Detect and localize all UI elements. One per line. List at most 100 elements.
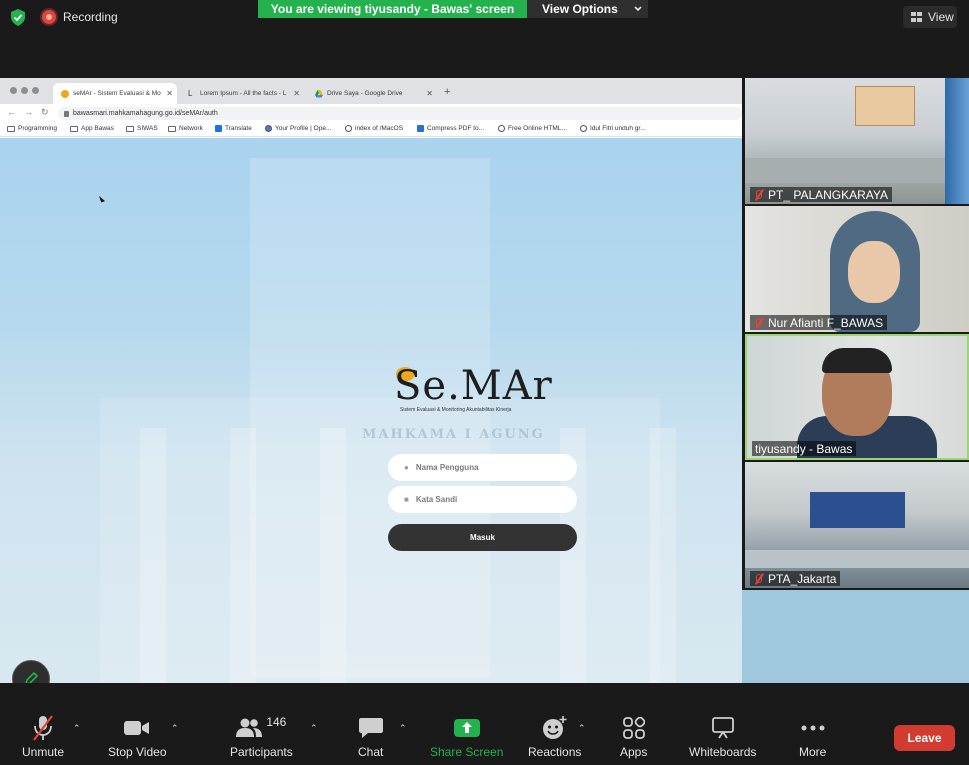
bookmark-profile[interactable]: Your Profile | Ope...: [265, 125, 331, 132]
participant-name-tag: PTA_Jakarta: [750, 571, 841, 586]
video-feed: [745, 158, 969, 183]
tab-title: seMAr - Sistem Evaluasi & Mo: [73, 90, 161, 97]
audio-options-caret-icon[interactable]: ⌃: [73, 723, 81, 734]
building-column: [650, 428, 676, 683]
bookmark-programming[interactable]: Programming: [7, 125, 57, 132]
building-column: [140, 428, 166, 683]
participants-label: Participants: [230, 745, 293, 759]
url-text: bawasmari.mahkamahagung.go.id/seMAr/auth: [73, 110, 218, 117]
stop-video-button[interactable]: Stop Video: [108, 713, 167, 759]
profile-icon: [265, 125, 272, 132]
logo-text: Se.MAr: [394, 363, 553, 409]
apps-icon: [622, 717, 645, 739]
username-input[interactable]: [415, 463, 556, 472]
lock-icon: ■: [404, 495, 409, 504]
bookmark-label: index of /MacOS: [355, 125, 404, 132]
bookmark-label: Your Profile | Ope...: [275, 125, 332, 132]
address-bar-row: ← → ↻ bawasmari.mahkamahagung.go.id/seMA…: [0, 104, 742, 122]
reload-icon[interactable]: ↻: [41, 107, 49, 118]
chat-button[interactable]: Chat: [358, 713, 383, 759]
leave-button[interactable]: Leave: [894, 725, 955, 751]
reactions-button[interactable]: Reactions: [528, 713, 581, 759]
new-tab-icon[interactable]: +: [444, 86, 450, 98]
globe-icon: [345, 125, 352, 132]
participant-name-tag: tiyusandy - Bawas: [752, 441, 857, 456]
bookmark-label: App Bawas: [81, 125, 114, 132]
bookmark-idul-fitri[interactable]: Idul Fitri unduh gr...: [580, 125, 646, 132]
close-tab-icon[interactable]: ✕: [426, 89, 433, 98]
folder-icon: [7, 125, 15, 132]
browser-tab-drive[interactable]: Drive Saya - Google Drive ✕: [307, 83, 437, 104]
browser-tab-lorem[interactable]: L Lorem Ipsum - All the facts - L ✕: [180, 83, 304, 104]
recording-indicator[interactable]: Recording: [42, 8, 118, 26]
participant-name-tag: PT_ PALANGKARAYA: [750, 187, 893, 202]
username-field[interactable]: ●: [388, 454, 577, 481]
bookmark-compress-pdf[interactable]: Compress PDF to...: [417, 125, 484, 132]
close-tab-icon[interactable]: ✕: [166, 89, 173, 98]
close-tab-icon[interactable]: ✕: [293, 89, 300, 98]
shared-screen[interactable]: seMAr - Sistem Evaluasi & Mo ✕ L Lorem I…: [0, 78, 742, 683]
recording-label: Recording: [63, 10, 118, 24]
apps-button[interactable]: Apps: [620, 713, 647, 759]
muted-mic-icon: [753, 573, 763, 585]
back-icon[interactable]: ←: [7, 107, 16, 117]
password-input[interactable]: [415, 495, 556, 504]
participants-options-caret-icon[interactable]: ⌃: [310, 723, 318, 734]
bookmark-app-bawas[interactable]: App Bawas: [70, 125, 114, 132]
folder-icon: [126, 125, 134, 132]
participant-tile-active-speaker[interactable]: tiyusandy - Bawas: [745, 334, 969, 460]
folder-icon: [168, 125, 176, 132]
bookmark-html[interactable]: Free Online HTML...: [498, 125, 567, 132]
semar-favicon-icon: [61, 89, 69, 98]
forward-icon[interactable]: →: [24, 107, 33, 117]
participants-count: 146: [266, 715, 287, 729]
whiteboards-button[interactable]: Whiteboards: [689, 713, 756, 759]
minimize-window-icon[interactable]: [21, 87, 28, 94]
bookmark-translate[interactable]: Translate: [215, 125, 252, 132]
participants-button[interactable]: 146 Participants: [230, 713, 293, 759]
participant-name: PT_ PALANGKARAYA: [768, 187, 889, 202]
password-field[interactable]: ■: [388, 486, 577, 513]
bookmark-label: SIWAS: [137, 125, 158, 132]
view-options-button[interactable]: View Options: [527, 0, 648, 18]
tab-title: Drive Saya - Google Drive: [327, 90, 403, 97]
close-window-icon[interactable]: [10, 87, 17, 94]
more-button[interactable]: More: [799, 713, 826, 759]
participants-icon: [236, 718, 263, 737]
participant-name: tiyusandy - Bawas: [755, 441, 853, 456]
grid-icon: [911, 12, 922, 22]
participant-name-tag: Nur Afianti F_BAWAS: [750, 315, 888, 330]
unmute-button[interactable]: Unmute: [22, 713, 64, 759]
login-button[interactable]: Masuk: [388, 524, 577, 551]
view-button[interactable]: View: [903, 6, 957, 28]
bookmark-siwas[interactable]: SIWAS: [126, 125, 158, 132]
chat-options-caret-icon[interactable]: ⌃: [399, 723, 407, 734]
view-options-label: View Options: [542, 2, 618, 16]
video-camera-icon: [124, 721, 150, 735]
bookmark-macos[interactable]: index of /MacOS: [345, 125, 403, 132]
video-options-caret-icon[interactable]: ⌃: [171, 723, 179, 734]
pdf-icon: [417, 125, 424, 132]
share-screen-icon: [453, 719, 480, 737]
google-drive-icon: [315, 89, 323, 97]
share-screen-label: Share Screen: [430, 745, 504, 759]
browser-tab-semar[interactable]: seMAr - Sistem Evaluasi & Mo ✕: [53, 83, 177, 104]
viewing-banner: You are viewing tiyusandy - Bawas' scree…: [258, 0, 527, 18]
bookmark-label: Translate: [225, 125, 252, 132]
participant-tile[interactable]: Nur Afianti F_BAWAS: [745, 206, 969, 332]
shared-screen-margin: [742, 590, 969, 683]
participant-tile[interactable]: PTA_Jakarta: [745, 462, 969, 588]
muted-mic-icon: [753, 317, 763, 329]
share-screen-button[interactable]: Share Screen: [430, 713, 503, 759]
more-label: More: [799, 745, 827, 759]
reactions-options-caret-icon[interactable]: ⌃: [578, 723, 586, 734]
bookmark-label: Programming: [18, 125, 58, 132]
bookmark-network[interactable]: Network: [168, 125, 203, 132]
maximize-window-icon[interactable]: [32, 87, 39, 94]
bookmark-label: Network: [179, 125, 203, 132]
url-input[interactable]: bawasmari.mahkamahagung.go.id/seMAr/auth: [58, 107, 742, 120]
participant-tile[interactable]: PT_ PALANGKARAYA: [745, 78, 969, 204]
shield-icon[interactable]: [10, 9, 26, 26]
building-inscription: MAHKAMA I AGUNG: [362, 427, 545, 442]
bookmarks-bar: Programming App Bawas SIWAS Network Tran…: [0, 122, 742, 137]
